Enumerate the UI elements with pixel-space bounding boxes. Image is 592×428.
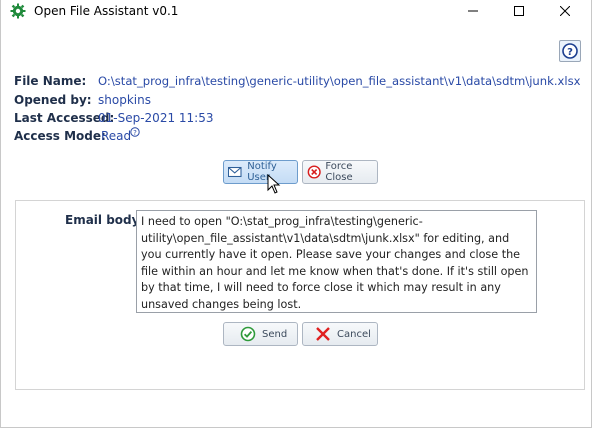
window-title: Open File Assistant v0.1 — [34, 4, 179, 18]
svg-text:?: ? — [567, 47, 573, 58]
cancel-label: Cancel — [337, 328, 371, 340]
notify-user-button[interactable]: Notify User — [223, 160, 298, 184]
access-mode-value: Read — [101, 129, 132, 143]
force-close-label: Force Close — [325, 161, 353, 183]
force-close-icon — [307, 165, 321, 179]
mouse-cursor-icon — [267, 174, 281, 194]
x-cancel-icon — [316, 327, 330, 341]
file-name-label: File Name: — [14, 74, 87, 88]
access-mode-help-icon[interactable]: ? — [130, 127, 140, 137]
cancel-button[interactable]: Cancel — [302, 322, 378, 346]
close-window-button[interactable] — [542, 0, 588, 22]
email-body-label: Email body: — [65, 213, 145, 227]
opened-by-value: shopkins — [98, 93, 151, 107]
send-label: Send — [262, 328, 288, 340]
opened-by-label: Opened by: — [14, 93, 92, 107]
maximize-icon — [514, 6, 524, 16]
access-mode-label: Access Mode: — [14, 129, 106, 143]
app-gear-icon — [10, 3, 26, 19]
file-name-value: O:\stat_prog_infra\testing\generic-utili… — [98, 74, 581, 88]
checkmark-icon — [240, 326, 256, 342]
envelope-icon — [228, 166, 242, 178]
minimize-icon — [468, 10, 478, 12]
email-body-textarea[interactable]: I need to open "O:\stat_prog_infra\testi… — [136, 210, 537, 313]
svg-text:?: ? — [133, 129, 137, 137]
force-close-button[interactable]: Force Close — [302, 160, 378, 184]
open-file-assistant-window: Open File Assistant v0.1 ? File Name: O:… — [0, 0, 592, 428]
help-button[interactable]: ? — [559, 40, 581, 62]
last-accessed-value: 01-Sep-2021 11:53 — [98, 111, 214, 125]
send-button[interactable]: Send — [223, 322, 298, 346]
close-icon — [560, 6, 570, 16]
minimize-button[interactable] — [450, 0, 496, 22]
maximize-button[interactable] — [496, 0, 542, 22]
title-bar: Open File Assistant v0.1 — [1, 0, 591, 22]
help-icon: ? — [562, 43, 578, 59]
